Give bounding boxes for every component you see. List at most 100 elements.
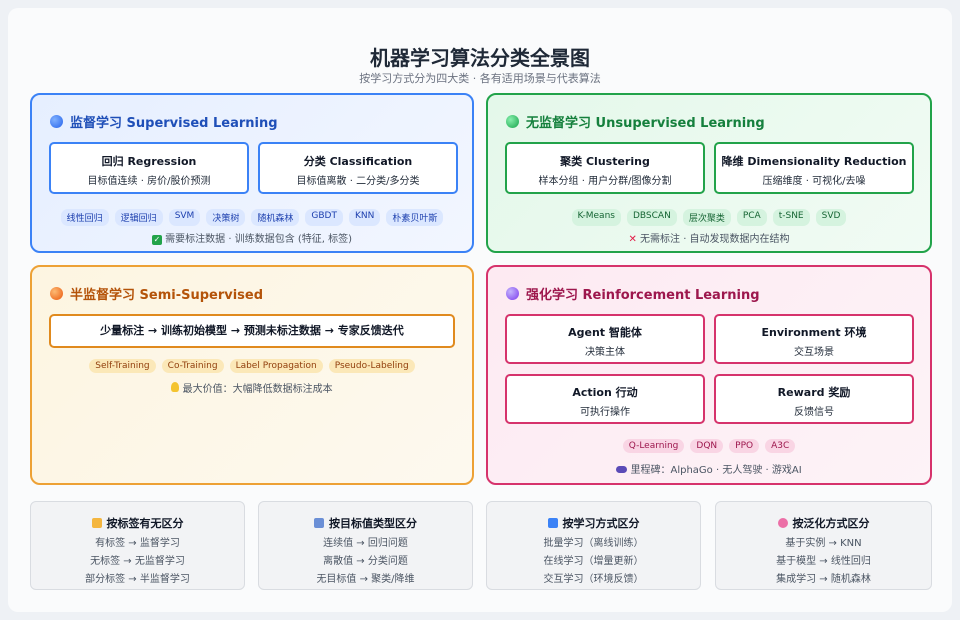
regression-desc: 目标值连续 · 房价/股价预测 [87, 176, 211, 187]
unsupervised-tags: K-Means DBSCAN 层次聚类 PCA t-SNE SVD [488, 209, 930, 226]
card-title: 按学习方式区分 [562, 517, 640, 530]
blue-dot-icon [50, 115, 63, 128]
supervised-note: ✓ 需要标注数据 · 训练数据包含 (特征, 标签) [151, 234, 353, 245]
environment-desc: 交互场景 [794, 347, 834, 358]
environment-title: Environment 环境 [761, 326, 867, 339]
agent-box: Agent 智能体 决策主体 [505, 314, 705, 364]
algo-tag: 决策树 [206, 209, 246, 226]
card-line: 无目标值 → 聚类/降维 [316, 574, 415, 585]
card-by-target: 按目标值类型区分 连续值 → 回归问题 离散值 → 分类问题 无目标值 → 聚类… [258, 501, 473, 590]
semi-supervised-panel: 半监督学习 Semi-Supervised 少量标注 → 训练初始模型 → 预测… [30, 265, 474, 485]
rl-header: 强化学习 Reinforcement Learning [506, 284, 760, 303]
action-desc: 可执行操作 [580, 407, 630, 418]
semi-header: 半监督学习 Semi-Supervised [50, 284, 263, 303]
green-dot-icon [506, 115, 519, 128]
rl-tags: Q-Learning DQN PPO A3C [488, 439, 930, 453]
semi-title: 半监督学习 Semi-Supervised [70, 288, 264, 303]
algo-tag: DBSCAN [626, 209, 677, 226]
card-line: 连续值 → 回归问题 [323, 538, 408, 549]
dim-reduction-desc: 压缩维度 · 可视化/去噪 [762, 176, 866, 187]
classification-desc: 目标值离散 · 二分类/多分类 [296, 176, 420, 187]
card-by-generalization: 按泛化方式区分 基于实例 → KNN 基于模型 → 线性回归 集成学习 → 随机… [715, 501, 932, 590]
algo-tag: 线性回归 [60, 209, 109, 226]
refresh-icon [547, 518, 558, 528]
algo-tag: KNN [348, 209, 381, 226]
clustering-box: 聚类 Clustering 样本分组 · 用户分群/图像分割 [505, 142, 705, 194]
rl-title: 强化学习 Reinforcement Learning [526, 288, 760, 303]
card-line: 基于模型 → 线性回归 [776, 556, 871, 567]
supervised-panel: 监督学习 Supervised Learning 回归 Regression 目… [30, 93, 474, 253]
algo-tag: 逻辑回归 [114, 209, 163, 226]
unsupervised-title: 无监督学习 Unsupervised Learning [526, 116, 765, 131]
card-line: 基于实例 → KNN [785, 538, 862, 549]
page-subtitle: 按学习方式分为四大类 · 各有适用场景与代表算法 [359, 72, 601, 85]
clustering-desc: 样本分组 · 用户分群/图像分割 [538, 176, 672, 187]
regression-box: 回归 Regression 目标值连续 · 房价/股价预测 [49, 142, 249, 194]
algo-tag: DQN [690, 439, 724, 453]
algo-tag: Pseudo-Labeling [328, 359, 415, 373]
unsupervised-panel: 无监督学习 Unsupervised Learning 聚类 Clusterin… [486, 93, 932, 253]
algo-tag: K-Means [571, 209, 621, 226]
card-line: 部分标签 → 半监督学习 [85, 574, 190, 585]
card-by-label: 按标签有无区分 有标签 → 监督学习 无标签 → 无监督学习 部分标签 → 半监… [30, 501, 245, 590]
clustering-title: 聚类 Clustering [560, 155, 650, 168]
semi-flow-box: 少量标注 → 训练初始模型 → 预测未标注数据 → 专家反馈迭代 [49, 314, 455, 348]
algo-tag: t-SNE [772, 209, 810, 226]
semi-tags: Self-Training Co-Training Label Propagat… [32, 359, 472, 373]
reward-desc: 反馈信号 [794, 407, 834, 418]
rl-note: 里程碑：AlphaGo · 无人驾驶 · 游戏AI [488, 461, 930, 476]
agent-title: Agent 智能体 [568, 326, 642, 339]
reinforcement-panel: 强化学习 Reinforcement Learning Agent 智能体 决策… [486, 265, 932, 485]
algo-tag: Q-Learning [622, 439, 685, 453]
card-line: 集成学习 → 随机森林 [776, 574, 871, 585]
tag-icon [91, 518, 102, 528]
card-line: 离散值 → 分类问题 [323, 556, 408, 567]
algo-tag: SVM [168, 209, 201, 226]
algo-tag: Label Propagation [229, 359, 323, 373]
card-by-method: 按学习方式区分 批量学习（离线训练） 在线学习（增量更新） 交互学习（环境反馈） [486, 501, 701, 590]
brain-icon [777, 518, 788, 528]
algo-tag: 随机森林 [251, 209, 300, 226]
supervised-header: 监督学习 Supervised Learning [50, 112, 278, 131]
check-icon: ✓ [151, 235, 162, 245]
supervised-tags: 线性回归 逻辑回归 SVM 决策树 随机森林 GBDT KNN 朴素贝叶斯 [32, 209, 472, 226]
environment-box: Environment 环境 交互场景 [714, 314, 914, 364]
cross-icon: ✕ [628, 234, 637, 245]
classification-box: 分类 Classification 目标值离散 · 二分类/多分类 [258, 142, 458, 194]
purple-dot-icon [506, 287, 519, 300]
algo-tag: SVD [815, 209, 847, 226]
supervised-title: 监督学习 Supervised Learning [70, 116, 278, 131]
reward-title: Reward 奖励 [777, 386, 851, 399]
card-line: 在线学习（增量更新） [543, 556, 644, 567]
lightbulb-icon [171, 382, 180, 392]
orange-dot-icon [50, 287, 63, 300]
card-title: 按目标值类型区分 [329, 517, 417, 530]
algo-tag: GBDT [305, 209, 343, 226]
card-line: 有标签 → 监督学习 [95, 538, 180, 549]
card-line: 无标签 → 无监督学习 [90, 556, 185, 567]
action-box: Action 行动 可执行操作 [505, 374, 705, 424]
semi-note: 最大价值：大幅降低数据标注成本 [32, 380, 472, 395]
agent-desc: 决策主体 [585, 347, 625, 358]
page: 机器学习算法分类全景图 按学习方式分为四大类 · 各有适用场景与代表算法 监督学… [8, 8, 952, 612]
classification-title: 分类 Classification [303, 155, 413, 168]
algo-tag: Co-Training [161, 359, 224, 373]
unsupervised-header: 无监督学习 Unsupervised Learning [506, 112, 765, 131]
bar-chart-icon [314, 518, 324, 528]
card-line: 交互学习（环境反馈） [543, 574, 644, 585]
action-title: Action 行动 [572, 386, 638, 399]
gamepad-icon [616, 466, 628, 473]
algo-tag: PPO [729, 439, 760, 453]
algo-tag: 朴素贝叶斯 [386, 209, 444, 226]
algo-tag: PCA [736, 209, 767, 226]
page-title: 机器学习算法分类全景图 [370, 46, 590, 70]
card-title: 按标签有无区分 [106, 517, 184, 530]
algo-tag: 层次聚类 [682, 209, 731, 226]
algo-tag: A3C [765, 439, 796, 453]
algo-tag: Self-Training [89, 359, 156, 373]
card-title: 按泛化方式区分 [792, 517, 870, 530]
dim-reduction-title: 降维 Dimensionality Reduction [721, 155, 907, 168]
reward-box: Reward 奖励 反馈信号 [714, 374, 914, 424]
card-line: 批量学习（离线训练） [543, 538, 644, 549]
dim-reduction-box: 降维 Dimensionality Reduction 压缩维度 · 可视化/去… [714, 142, 914, 194]
